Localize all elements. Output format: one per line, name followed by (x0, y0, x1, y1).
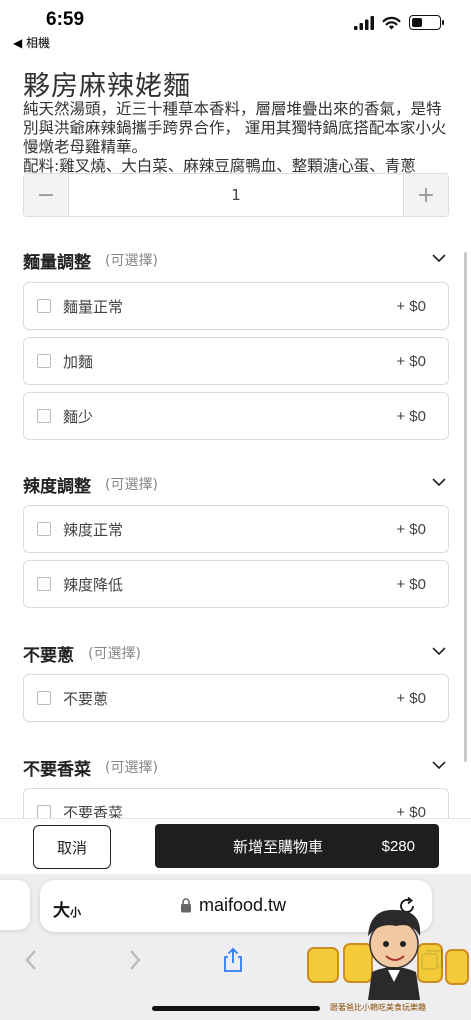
url-display[interactable]: maifood.tw (180, 895, 286, 916)
group-optional-label: (可選擇) (105, 253, 158, 269)
wifi-icon (382, 16, 401, 29)
quantity-stepper: − 1 + (23, 173, 449, 217)
text-size-large: 大 (53, 901, 70, 921)
checkbox[interactable] (37, 299, 51, 313)
checkbox[interactable] (37, 691, 51, 705)
option-price: + $0 (396, 297, 426, 315)
option-no-coriander[interactable]: 不要香菜 + $0 (23, 788, 449, 818)
option-price: + $0 (396, 352, 426, 370)
status-bar: 6:59 ◀ 相機 (0, 0, 471, 52)
decrease-quantity-button[interactable]: − (24, 174, 68, 216)
add-to-cart-button[interactable]: 新增至購物車 $280 (155, 824, 439, 868)
group-optional-label: (可選擇) (105, 760, 158, 776)
text-size-small: 小 (70, 906, 81, 919)
action-bar: 取消 新增至購物車 $280 (0, 818, 471, 874)
option-label: 不要蔥 (63, 689, 109, 708)
quantity-value[interactable]: 1 (68, 174, 404, 216)
option-price: + $0 (396, 689, 426, 707)
chevron-down-icon[interactable] (431, 250, 447, 266)
option-label: 辣度降低 (63, 575, 124, 594)
lock-icon (181, 898, 191, 913)
back-arrow-icon[interactable] (18, 946, 46, 974)
option-spice-normal[interactable]: 辣度正常 + $0 (23, 505, 449, 553)
clock: 6:59 (46, 9, 85, 30)
status-icons (354, 15, 444, 30)
text-size-button[interactable]: 大小 (53, 896, 81, 921)
option-label: 麵少 (63, 407, 94, 426)
option-price: + $0 (396, 407, 426, 425)
chevron-down-icon[interactable] (431, 757, 447, 773)
cancel-button[interactable]: 取消 (33, 825, 111, 869)
signal-icon (354, 15, 374, 30)
checkbox[interactable] (37, 409, 51, 423)
option-spice-lower[interactable]: 辣度降低 + $0 (23, 560, 449, 608)
chevron-down-icon[interactable] (431, 643, 447, 659)
add-to-cart-label: 新增至購物車 (233, 837, 324, 856)
group-optional-label: (可選擇) (105, 477, 158, 493)
option-label: 辣度正常 (63, 520, 124, 539)
option-noodle-extra[interactable]: 加麵 + $0 (23, 337, 449, 385)
option-price: + $0 (396, 803, 426, 819)
group-header-noodle-amount[interactable]: 麵量調整 (可選擇) (23, 248, 449, 273)
option-no-scallion[interactable]: 不要蔥 + $0 (23, 674, 449, 722)
share-icon[interactable] (219, 946, 247, 974)
total-price: $280 (381, 837, 415, 855)
increase-quantity-button[interactable]: + (404, 174, 448, 216)
battery-icon (409, 15, 444, 30)
item-description-text: 純天然湯頭，近三十種草本香料，層層堆疊出來的香氣，是特別與洪爺麻辣鍋攜手跨界合作… (23, 100, 447, 175)
chevron-down-icon[interactable] (431, 474, 447, 490)
watermark-caption: 跟著爸比小賴吃美食玩樂趣 (330, 1003, 426, 1012)
back-to-camera-link[interactable]: ◀ 相機 (13, 34, 50, 51)
checkbox[interactable] (37, 805, 51, 818)
option-label: 加麵 (63, 352, 94, 371)
group-header-no-coriander[interactable]: 不要香菜 (可選擇) (23, 755, 449, 780)
option-price: + $0 (396, 520, 426, 538)
previous-tab-preview[interactable] (0, 880, 30, 930)
checkbox[interactable] (37, 522, 51, 536)
item-title: 夥房麻辣姥麵 (23, 71, 191, 102)
option-noodle-normal[interactable]: 麵量正常 + $0 (23, 282, 449, 330)
option-label: 不要香菜 (63, 803, 124, 819)
item-detail: 夥房麻辣姥麵 純天然湯頭，近三十種草本香料，層層堆疊出來的香氣，是特別與洪爺麻辣… (0, 52, 471, 818)
checkbox[interactable] (37, 577, 51, 591)
group-title: 不要香菜 (23, 759, 91, 780)
item-description: 純天然湯頭，近三十種草本香料，層層堆疊出來的香氣，是特別與洪爺麻辣鍋攜手跨界合作… (23, 100, 453, 176)
option-price: + $0 (396, 575, 426, 593)
forward-arrow-icon[interactable] (120, 946, 148, 974)
group-title: 不要蔥 (23, 645, 74, 666)
home-indicator (152, 1006, 320, 1011)
checkbox[interactable] (37, 354, 51, 368)
option-noodle-less[interactable]: 麵少 + $0 (23, 392, 449, 440)
group-header-no-scallion[interactable]: 不要蔥 (可選擇) (23, 641, 449, 666)
group-title: 麵量調整 (23, 252, 91, 273)
url-text: maifood.tw (199, 895, 287, 915)
group-header-spice-level[interactable]: 辣度調整 (可選擇) (23, 472, 449, 497)
option-label: 麵量正常 (63, 297, 124, 316)
scrollbar[interactable] (464, 252, 467, 762)
group-optional-label: (可選擇) (88, 646, 141, 662)
group-title: 辣度調整 (23, 476, 91, 497)
blog-watermark-logo (307, 909, 469, 1000)
